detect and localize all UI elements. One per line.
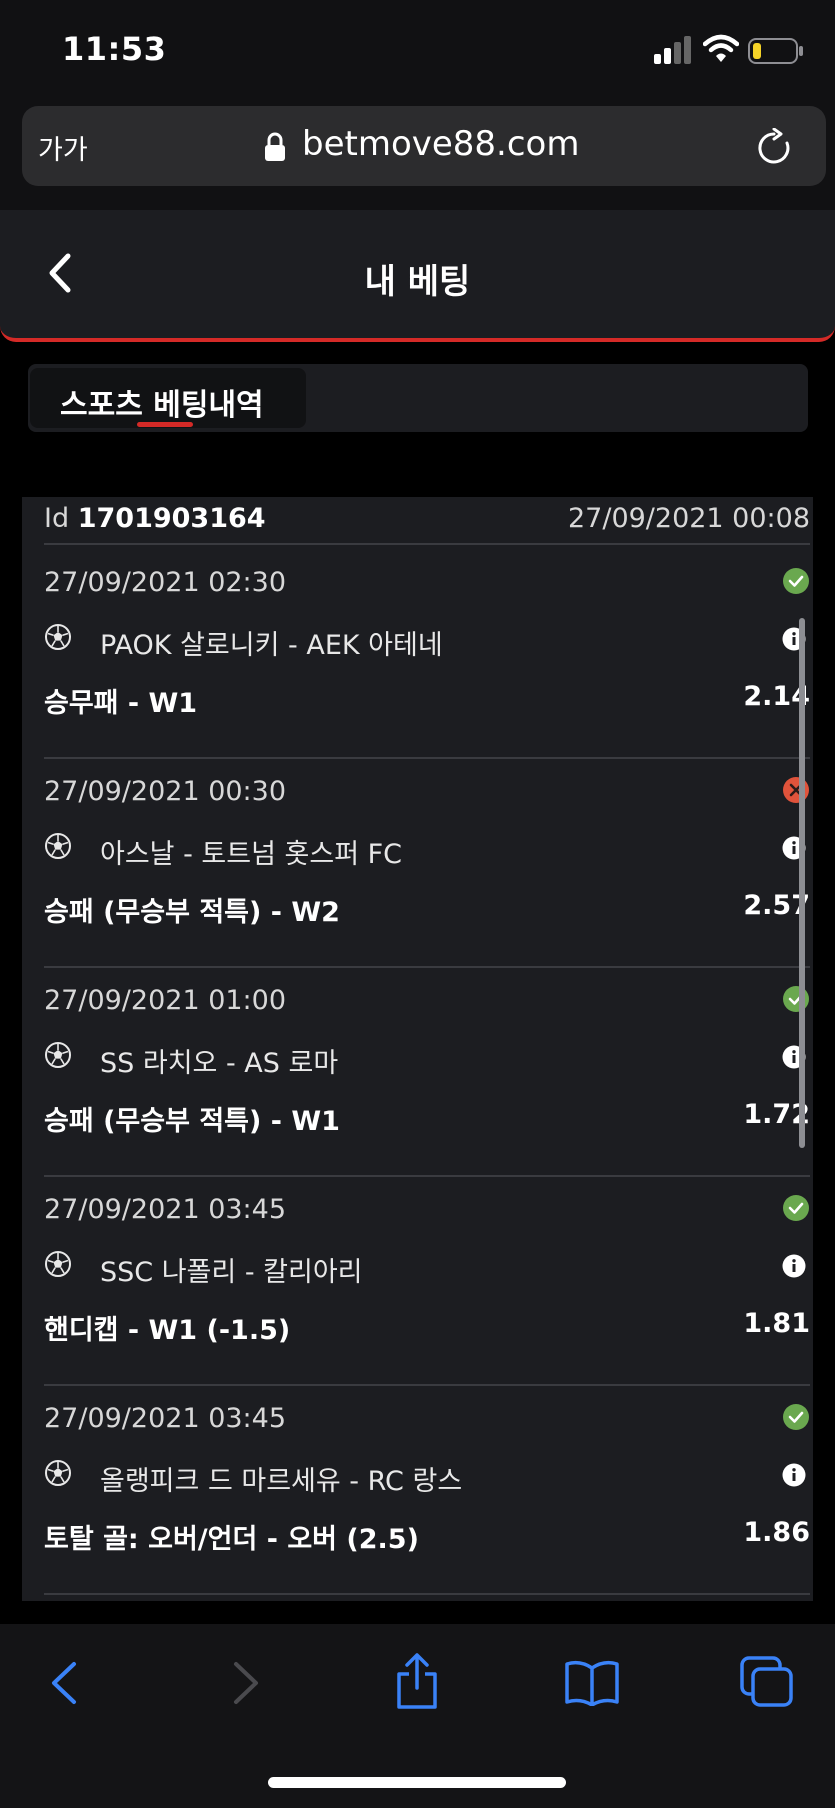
event-date: 27/09/2021 03:45 <box>44 1194 287 1225</box>
home-indicator[interactable] <box>268 1777 566 1788</box>
event-market: 토탈 골: 오버/언더 - 오버 (2.5) <box>44 1524 419 1555</box>
event-match: SS 라치오 - AS 로마 <box>100 1048 339 1079</box>
reload-icon[interactable] <box>754 128 794 168</box>
event-match: 올랭피크 드 마르세유 - RC 랑스 <box>100 1466 463 1497</box>
share-icon[interactable] <box>394 1652 440 1710</box>
wifi-icon <box>703 34 739 62</box>
event-date: 27/09/2021 00:30 <box>44 776 287 807</box>
won-check-icon <box>783 1404 809 1430</box>
event-match: PAOK 살로니키 - AEK 아테네 <box>100 630 443 661</box>
bet-slip-card: Id 1701903164 27/09/2021 00:08 27/09/202… <box>22 497 813 1601</box>
lock-icon <box>265 132 285 161</box>
won-check-icon <box>783 568 809 594</box>
event-match: 아스날 - 토트넘 홋스퍼 FC <box>100 839 403 870</box>
status-time: 11:53 <box>62 30 167 68</box>
bet-event: 27/09/2021 02:30 PAOK 살로니키 - AEK 아테네 승무패… <box>44 547 810 759</box>
bet-event: 27/09/2021 00:30 아스날 - 토트넘 홋스퍼 FC 승패 (무승… <box>44 756 810 968</box>
event-market: 핸디캡 - W1 (-1.5) <box>44 1315 291 1346</box>
info-icon[interactable] <box>782 1254 806 1278</box>
tab-active-indicator <box>137 422 193 427</box>
scrollbar[interactable] <box>799 618 805 1148</box>
event-market: 승패 (무승부 적특) - W2 <box>44 897 340 928</box>
soccer-ball-icon <box>45 1251 71 1277</box>
event-date: 27/09/2021 02:30 <box>44 567 287 598</box>
url-domain[interactable]: betmove88.com <box>302 124 579 164</box>
soccer-ball-icon <box>45 1460 71 1486</box>
text-size-button[interactable]: 가가 <box>38 128 88 167</box>
won-check-icon <box>783 986 809 1012</box>
bet-placed-date: 27/09/2021 00:08 <box>567 503 810 534</box>
event-odds: 1.86 <box>743 1517 810 1548</box>
event-market: 승무패 - W1 <box>44 688 198 719</box>
bookmarks-icon[interactable] <box>564 1660 620 1706</box>
back-arrow-icon[interactable] <box>48 1660 80 1706</box>
cellular-signal-icon <box>654 36 691 64</box>
bet-event: 27/09/2021 03:45 SSC 나폴리 - 칼리아리 핸디캡 - W1… <box>44 1174 810 1386</box>
bet-event: 27/09/2021 01:00 SS 라치오 - AS 로마 승패 (무승부 … <box>44 965 810 1177</box>
event-market: 승패 (무승부 적특) - W1 <box>44 1106 340 1137</box>
bet-id: Id 1701903164 <box>44 503 266 534</box>
won-check-icon <box>783 1195 809 1221</box>
tab-sports-bets-label: 스포츠 베팅내역 <box>60 388 264 423</box>
bet-event: 27/09/2021 03:45 올랭피크 드 마르세유 - RC 랑스 토탈 … <box>44 1383 810 1595</box>
page-title: 내 베팅 <box>364 262 471 302</box>
bet-slip-header: Id 1701903164 27/09/2021 00:08 <box>44 503 810 545</box>
tabs-icon[interactable] <box>740 1656 794 1708</box>
soccer-ball-icon <box>45 1042 71 1068</box>
soccer-ball-icon <box>45 833 71 859</box>
event-match: SSC 나폴리 - 칼리아리 <box>100 1257 363 1288</box>
soccer-ball-icon <box>45 624 71 650</box>
event-date: 27/09/2021 01:00 <box>44 985 287 1016</box>
event-date: 27/09/2021 03:45 <box>44 1403 287 1434</box>
lost-cross-icon <box>783 777 809 803</box>
info-icon[interactable] <box>782 1463 806 1487</box>
forward-arrow-icon[interactable] <box>230 1660 262 1706</box>
battery-icon <box>748 38 803 64</box>
event-odds: 1.81 <box>743 1308 810 1339</box>
